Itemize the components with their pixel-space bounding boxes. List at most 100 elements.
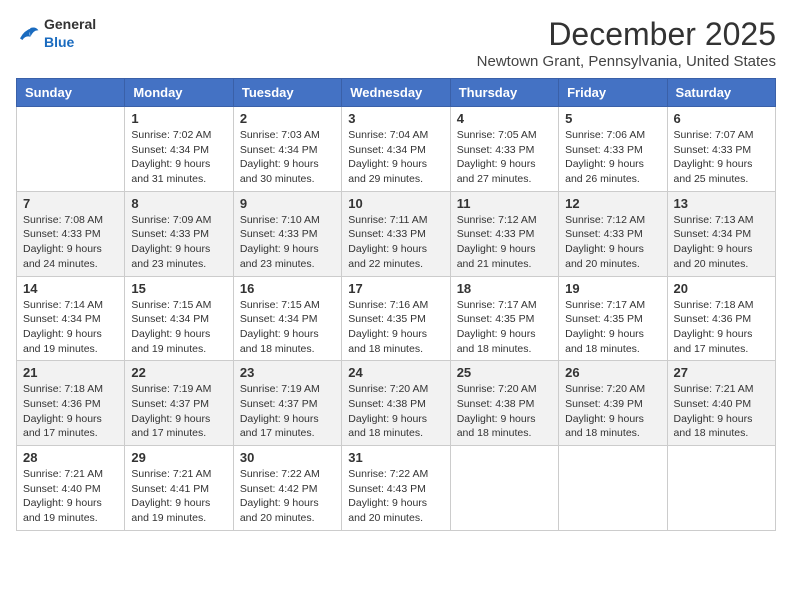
calendar-week-row: 1 Sunrise: 7:02 AMSunset: 4:34 PMDaylight… (17, 107, 776, 192)
day-number: 22 (131, 365, 226, 380)
day-number: 13 (674, 196, 769, 211)
day-number: 28 (23, 450, 118, 465)
calendar-cell: 2Sunrise: 7:03 AMSunset: 4:34 PMDaylight… (233, 107, 341, 192)
day-info: Sunrise: 7:10 AMSunset: 4:33 PMDaylight:… (240, 213, 335, 272)
day-number: 16 (240, 281, 335, 296)
weekday-header-row: SundayMondayTuesdayWednesdayThursdayFrid… (17, 79, 776, 107)
day-number: 1 (131, 111, 226, 126)
day-number: 29 (131, 450, 226, 465)
title-block: December 2025 Newtown Grant, Pennsylvani… (477, 16, 776, 70)
day-info: Sunrise: 7:14 AMSunset: 4:34 PMDaylight:… (23, 298, 118, 357)
day-info: Sunrise: 7:15 AMSunset: 4:34 PMDaylight:… (131, 298, 226, 357)
calendar-cell: 12 Sunrise: 7:12 AMSunset: 4:33 PMDayligh… (559, 191, 667, 276)
day-info: Sunrise: 7:18 AMSunset: 4:36 PMDaylight:… (674, 298, 769, 357)
day-info: Sunrise: 7:16 AMSunset: 4:35 PMDaylight:… (348, 298, 443, 357)
calendar-cell: 18Sunrise: 7:17 AMSunset: 4:35 PMDayligh… (450, 276, 558, 361)
calendar-cell: 6 Sunrise: 7:07 AMSunset: 4:33 PMDaylight… (667, 107, 775, 192)
day-number: 8 (131, 196, 226, 211)
weekday-header-friday: Friday (559, 79, 667, 107)
day-number: 30 (240, 450, 335, 465)
day-number: 3 (348, 111, 443, 126)
day-info: Sunrise: 7:22 AMSunset: 4:42 PMDaylight:… (240, 467, 335, 526)
calendar-cell: 7 Sunrise: 7:08 AMSunset: 4:33 PMDaylight… (17, 191, 125, 276)
calendar-cell: 26 Sunrise: 7:20 AMSunset: 4:39 PMDayligh… (559, 361, 667, 446)
month-title: December 2025 (477, 16, 776, 53)
day-number: 5 (565, 111, 660, 126)
calendar-table: SundayMondayTuesdayWednesdayThursdayFrid… (16, 78, 776, 531)
day-number: 24 (348, 365, 443, 380)
day-number: 27 (674, 365, 769, 380)
calendar-cell: 8 Sunrise: 7:09 AMSunset: 4:33 PMDaylight… (125, 191, 233, 276)
day-number: 12 (565, 196, 660, 211)
calendar-cell: 20Sunrise: 7:18 AMSunset: 4:36 PMDayligh… (667, 276, 775, 361)
day-info: Sunrise: 7:11 AMSunset: 4:33 PMDaylight:… (348, 213, 443, 272)
day-info: Sunrise: 7:12 AMSunset: 4:33 PMDaylight:… (565, 213, 660, 272)
day-number: 7 (23, 196, 118, 211)
calendar-cell: 23 Sunrise: 7:19 AMSunset: 4:37 PMDayligh… (233, 361, 341, 446)
day-info: Sunrise: 7:07 AMSunset: 4:33 PMDaylight:… (674, 128, 769, 187)
day-number: 4 (457, 111, 552, 126)
day-info: Sunrise: 7:20 AMSunset: 4:38 PMDaylight:… (348, 382, 443, 441)
day-number: 31 (348, 450, 443, 465)
calendar-cell: 24 Sunrise: 7:20 AMSunset: 4:38 PMDayligh… (342, 361, 450, 446)
calendar-cell: 11Sunrise: 7:12 AMSunset: 4:33 PMDayligh… (450, 191, 558, 276)
calendar-cell: 21 Sunrise: 7:18 AMSunset: 4:36 PMDayligh… (17, 361, 125, 446)
calendar-cell: 16 Sunrise: 7:15 AMSunset: 4:34 PMDayligh… (233, 276, 341, 361)
weekday-header-saturday: Saturday (667, 79, 775, 107)
day-number: 25 (457, 365, 552, 380)
day-number: 18 (457, 281, 552, 296)
day-number: 19 (565, 281, 660, 296)
day-info: Sunrise: 7:20 AMSunset: 4:39 PMDaylight:… (565, 382, 660, 441)
day-info: Sunrise: 7:18 AMSunset: 4:36 PMDaylight:… (23, 382, 118, 441)
calendar-cell: 22 Sunrise: 7:19 AMSunset: 4:37 PMDayligh… (125, 361, 233, 446)
calendar-cell: 10Sunrise: 7:11 AMSunset: 4:33 PMDayligh… (342, 191, 450, 276)
day-number: 14 (23, 281, 118, 296)
day-number: 9 (240, 196, 335, 211)
calendar-cell (17, 107, 125, 192)
calendar-cell: 1 Sunrise: 7:02 AMSunset: 4:34 PMDaylight… (125, 107, 233, 192)
day-info: Sunrise: 7:15 AMSunset: 4:34 PMDaylight:… (240, 298, 335, 357)
day-number: 11 (457, 196, 552, 211)
day-info: Sunrise: 7:09 AMSunset: 4:33 PMDaylight:… (131, 213, 226, 272)
weekday-header-wednesday: Wednesday (342, 79, 450, 107)
day-info: Sunrise: 7:04 AMSunset: 4:34 PMDaylight:… (348, 128, 443, 187)
logo-text: General Blue (44, 16, 96, 52)
day-info: Sunrise: 7:17 AMSunset: 4:35 PMDaylight:… (565, 298, 660, 357)
calendar-week-row: 14 Sunrise: 7:14 AMSunset: 4:34 PMDayligh… (17, 276, 776, 361)
day-number: 17 (348, 281, 443, 296)
logo-bird-icon (16, 24, 40, 44)
calendar-cell: 19 Sunrise: 7:17 AMSunset: 4:35 PMDayligh… (559, 276, 667, 361)
weekday-header-sunday: Sunday (17, 79, 125, 107)
logo: General Blue (16, 16, 96, 52)
day-info: Sunrise: 7:20 AMSunset: 4:38 PMDaylight:… (457, 382, 552, 441)
calendar-cell (450, 446, 558, 531)
calendar-cell: 4 Sunrise: 7:05 AMSunset: 4:33 PMDaylight… (450, 107, 558, 192)
page-header: General Blue December 2025 Newtown Grant… (16, 16, 776, 70)
day-info: Sunrise: 7:19 AMSunset: 4:37 PMDaylight:… (131, 382, 226, 441)
day-info: Sunrise: 7:19 AMSunset: 4:37 PMDaylight:… (240, 382, 335, 441)
calendar-cell: 15 Sunrise: 7:15 AMSunset: 4:34 PMDayligh… (125, 276, 233, 361)
day-number: 15 (131, 281, 226, 296)
calendar-cell: 27Sunrise: 7:21 AMSunset: 4:40 PMDayligh… (667, 361, 775, 446)
day-number: 26 (565, 365, 660, 380)
weekday-header-thursday: Thursday (450, 79, 558, 107)
calendar-cell (559, 446, 667, 531)
calendar-cell (667, 446, 775, 531)
weekday-header-monday: Monday (125, 79, 233, 107)
calendar-week-row: 7 Sunrise: 7:08 AMSunset: 4:33 PMDaylight… (17, 191, 776, 276)
day-number: 6 (674, 111, 769, 126)
day-info: Sunrise: 7:22 AMSunset: 4:43 PMDaylight:… (348, 467, 443, 526)
day-info: Sunrise: 7:05 AMSunset: 4:33 PMDaylight:… (457, 128, 552, 187)
calendar-cell: 9 Sunrise: 7:10 AMSunset: 4:33 PMDaylight… (233, 191, 341, 276)
calendar-cell: 31 Sunrise: 7:22 AMSunset: 4:43 PMDayligh… (342, 446, 450, 531)
day-info: Sunrise: 7:08 AMSunset: 4:33 PMDaylight:… (23, 213, 118, 272)
calendar-cell: 14 Sunrise: 7:14 AMSunset: 4:34 PMDayligh… (17, 276, 125, 361)
location: Newtown Grant, Pennsylvania, United Stat… (477, 53, 776, 70)
calendar-week-row: 21 Sunrise: 7:18 AMSunset: 4:36 PMDayligh… (17, 361, 776, 446)
day-info: Sunrise: 7:13 AMSunset: 4:34 PMDaylight:… (674, 213, 769, 272)
day-number: 21 (23, 365, 118, 380)
day-info: Sunrise: 7:03 AMSunset: 4:34 PMDaylight:… (240, 128, 335, 187)
day-number: 23 (240, 365, 335, 380)
calendar-cell: 30 Sunrise: 7:22 AMSunset: 4:42 PMDayligh… (233, 446, 341, 531)
day-info: Sunrise: 7:02 AMSunset: 4:34 PMDaylight:… (131, 128, 226, 187)
